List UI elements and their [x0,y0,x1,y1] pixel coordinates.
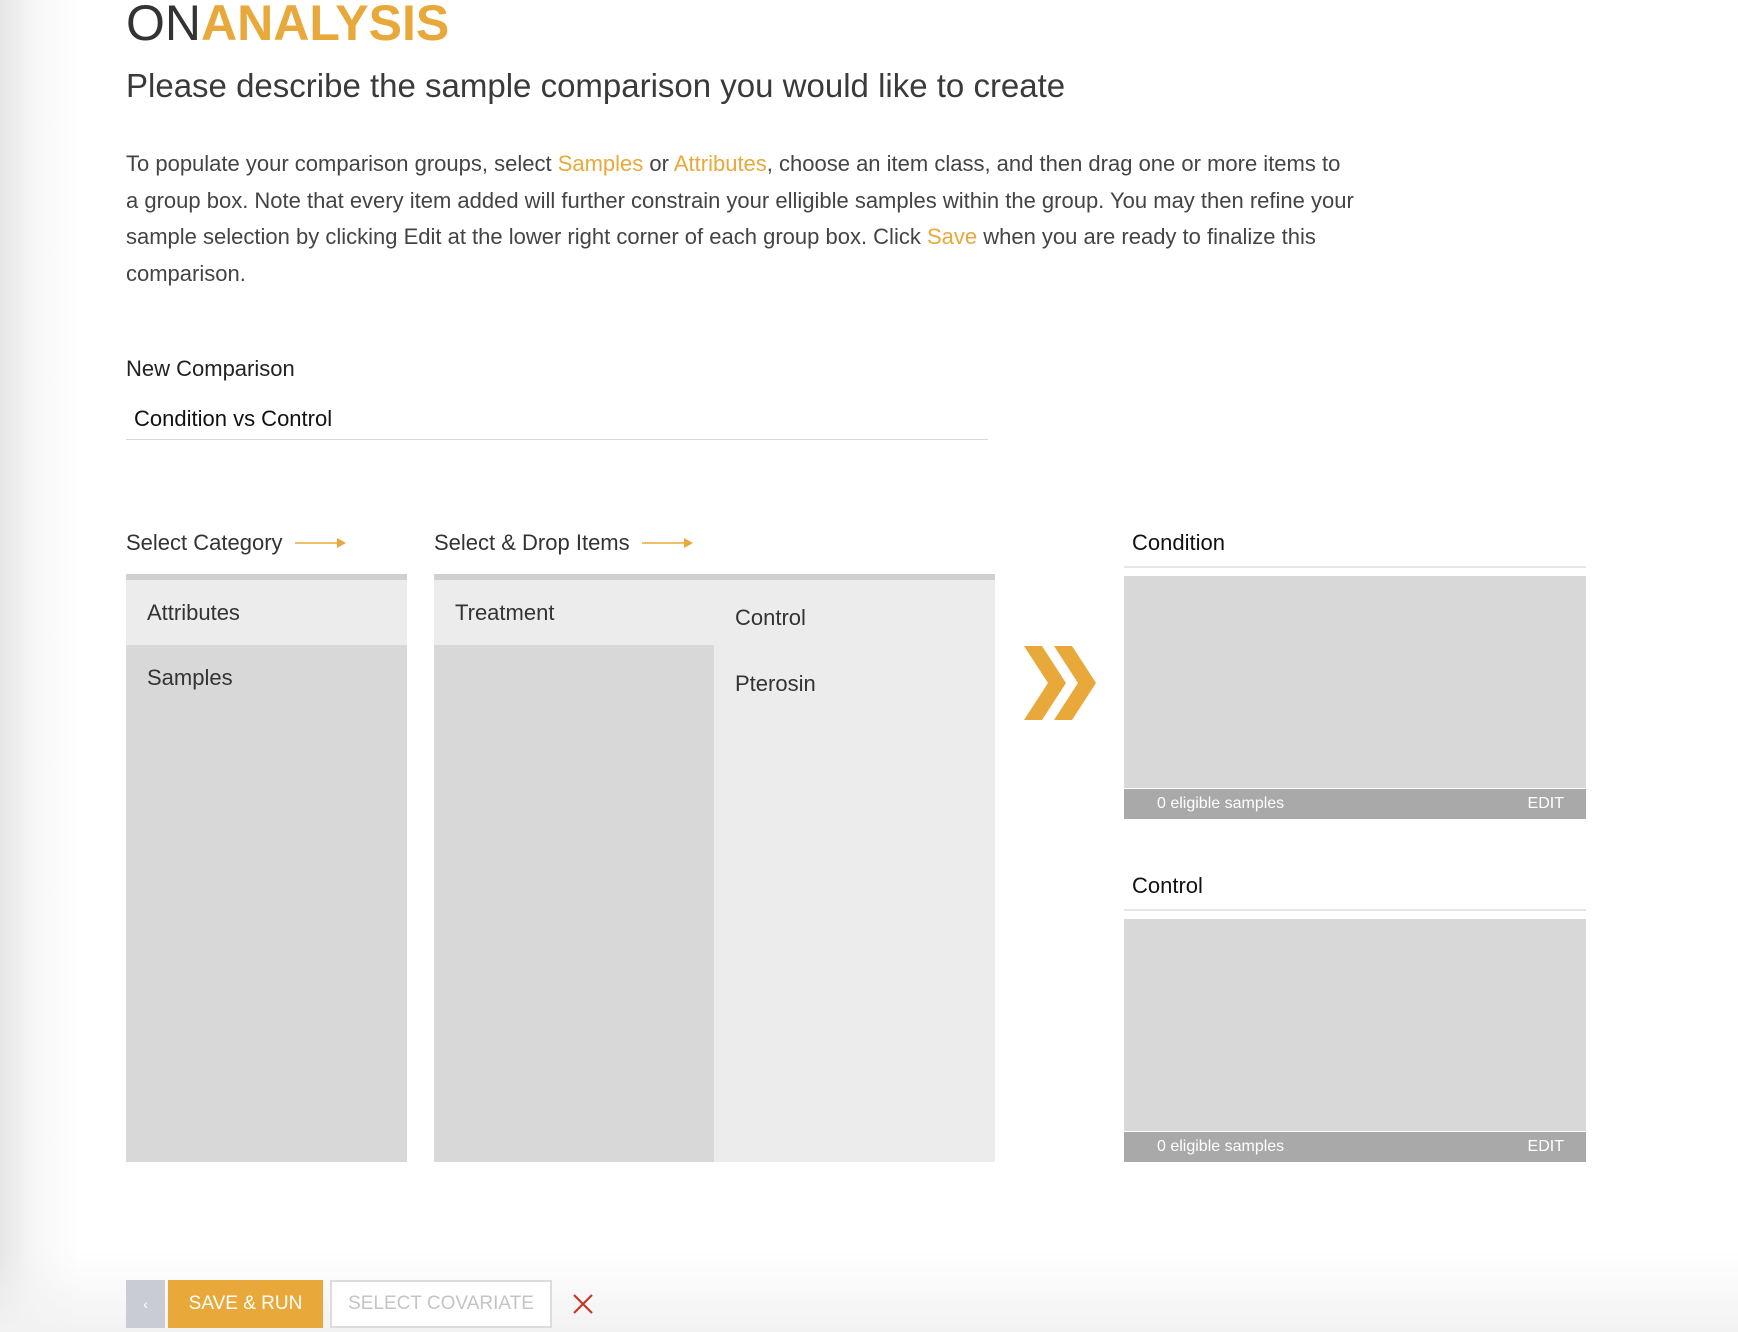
group-title-control: Control [1124,873,1586,911]
draggable-item-pterosin[interactable]: Pterosin [714,656,995,722]
select-category-heading: Select Category [126,530,347,556]
category-list: Attributes Samples [126,574,407,1162]
edit-group-button[interactable]: EDIT [1528,795,1564,813]
brand-prefix: ON [126,0,201,51]
group-footer-condition: 0 eligible samples EDIT [1124,789,1586,819]
arrow-right-icon [294,530,347,556]
attributes-link[interactable]: Attributes [674,151,767,176]
close-x-icon[interactable] [570,1291,596,1317]
draggable-item-control[interactable]: Control [714,590,995,656]
drop-items-panel: Treatment Control Pterosin [434,574,995,1162]
eligible-samples-count: 0 eligible samples [1157,795,1285,812]
item-class-list: Treatment [434,580,714,1162]
comparison-name-label: New Comparison [126,356,295,381]
save-link[interactable]: Save [927,224,977,249]
category-item-samples[interactable]: Samples [126,645,407,710]
select-drop-items-heading: Select & Drop Items [434,530,694,556]
select-drop-items-label: Select & Drop Items [434,530,630,555]
group-drop-zone-condition[interactable] [1124,576,1586,788]
item-class-treatment[interactable]: Treatment [434,580,714,645]
category-item-attributes[interactable]: Attributes [126,580,407,645]
edit-group-button[interactable]: EDIT [1528,1138,1564,1156]
save-run-button[interactable]: SAVE & RUN [168,1280,323,1328]
select-covariate-button[interactable]: SELECT COVARIATE [330,1280,552,1328]
brand-suffix: ANALYSIS [201,0,450,51]
comparison-name-input[interactable] [126,398,988,440]
left-edge-shadow [0,0,80,1332]
instructions-part-1: To populate your comparison groups, sele… [126,151,558,176]
instructions-text: To populate your comparison groups, sele… [126,146,1356,292]
group-footer-control: 0 eligible samples EDIT [1124,1132,1586,1162]
group-drop-zone-control[interactable] [1124,919,1586,1131]
arrow-right-icon [641,530,694,556]
brand-logo: ONANALYSIS [126,0,449,52]
double-chevron-right-icon [1024,646,1098,725]
item-value-list: Control Pterosin [714,580,995,1162]
group-title-condition: Condition [1124,530,1586,568]
eligible-samples-count: 0 eligible samples [1157,1138,1285,1155]
select-category-label: Select Category [126,530,283,555]
samples-link[interactable]: Samples [558,151,644,176]
back-button[interactable]: ‹ [126,1280,165,1328]
page-title: Please describe the sample comparison yo… [126,67,1066,104]
instructions-part-2: or [643,151,674,176]
